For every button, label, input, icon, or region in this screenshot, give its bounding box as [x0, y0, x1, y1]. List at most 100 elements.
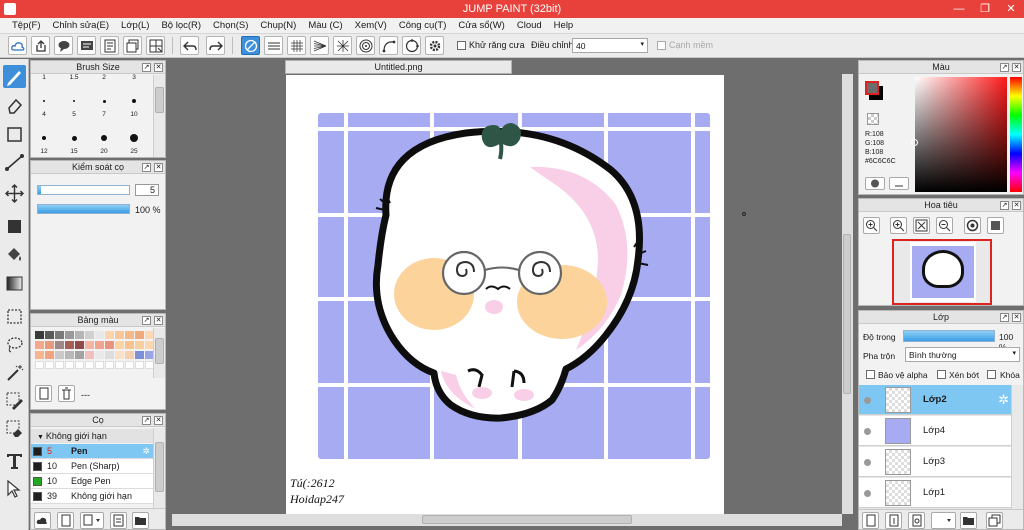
color-swatch[interactable] [35, 361, 44, 369]
color-swatch[interactable] [65, 361, 74, 369]
copy-brush-button[interactable] [80, 512, 104, 529]
add-layer-dropdown[interactable] [931, 512, 956, 529]
new-layer-button[interactable] [862, 512, 879, 529]
color-swatch[interactable] [75, 341, 84, 349]
scroll-thumb[interactable] [155, 87, 164, 113]
close-panel-icon[interactable]: ✕ [1012, 63, 1021, 72]
layer-row[interactable]: Lớp2 ✲ [859, 385, 1013, 415]
menu-layer[interactable]: Lớp(L) [115, 18, 155, 33]
pen-tool[interactable] [3, 65, 26, 88]
brush-item[interactable]: 39 Không giới hạn [31, 489, 153, 504]
color-swatch[interactable] [95, 331, 104, 339]
size-slider[interactable] [37, 185, 130, 195]
parallel-ruler-button[interactable] [264, 36, 283, 55]
soft-edge-checkbox[interactable] [657, 41, 666, 50]
clipping-checkbox[interactable] [937, 370, 946, 379]
gradient-tool[interactable] [3, 272, 26, 295]
duplicate-layer-button[interactable] [986, 512, 1003, 529]
navigator-preview[interactable] [892, 239, 992, 305]
color-swatch[interactable] [65, 331, 74, 339]
color-swatch[interactable] [35, 341, 44, 349]
line-tool[interactable] [3, 151, 26, 174]
color-swatch[interactable] [105, 341, 114, 349]
add-palette-button[interactable] [35, 385, 52, 402]
layer-folder-button[interactable] [960, 512, 977, 529]
color-swatch[interactable] [35, 351, 44, 359]
canvas-area[interactable]: Tú(:2612 Hoidap247 [172, 74, 842, 514]
close-panel-icon[interactable]: ✕ [1012, 201, 1021, 210]
close-panel-icon[interactable]: ✕ [154, 316, 163, 325]
fit-screen-button[interactable] [913, 217, 930, 234]
color-swatch[interactable] [55, 341, 64, 349]
foreground-color-swatch[interactable] [865, 81, 879, 95]
palette-scrollbar[interactable] [153, 328, 165, 378]
bucket-tool[interactable] [3, 243, 26, 266]
close-panel-icon[interactable]: ✕ [154, 63, 163, 72]
zoom-in-2-button[interactable] [890, 217, 907, 234]
radial-ruler-button[interactable] [333, 36, 352, 55]
color-swatch[interactable] [65, 341, 74, 349]
visibility-icon[interactable] [864, 490, 871, 497]
color-mode-button[interactable] [889, 177, 909, 190]
color-swatch[interactable] [75, 331, 84, 339]
menu-edit[interactable]: Chỉnh sửa(E) [47, 18, 116, 33]
color-swatch[interactable] [115, 361, 124, 369]
brush-size-dot[interactable] [102, 99, 106, 103]
color-swatch[interactable] [35, 331, 44, 339]
undock-icon[interactable]: ↗ [142, 163, 151, 172]
cloud-brush-button[interactable] [34, 512, 51, 529]
color-swatch[interactable] [125, 351, 134, 359]
menu-file[interactable]: Tệp(F) [6, 18, 47, 33]
hue-slider[interactable] [1010, 77, 1022, 192]
grid-button[interactable] [146, 36, 165, 55]
fill-shape-tool[interactable] [3, 215, 26, 238]
brush-folder-button[interactable] [132, 512, 149, 529]
text-tool[interactable] [3, 449, 26, 472]
blend-mode-select[interactable]: Bình thường ▾ [905, 347, 1020, 362]
symmetry-button[interactable] [425, 36, 444, 55]
undock-icon[interactable]: ↗ [142, 416, 151, 425]
color-swatch[interactable] [45, 331, 54, 339]
layer-scrollbar[interactable] [1011, 385, 1023, 509]
brush-size-dot[interactable] [41, 135, 47, 141]
color-swatch[interactable] [85, 351, 94, 359]
color-swatch[interactable] [85, 341, 94, 349]
rotate-button[interactable] [964, 217, 981, 234]
undo-button[interactable] [180, 36, 199, 55]
strength-input[interactable]: 40 ▾ [572, 38, 648, 53]
redo-button[interactable] [206, 36, 225, 55]
color-swatch[interactable] [85, 331, 94, 339]
scroll-thumb[interactable] [843, 234, 851, 394]
select-pen-tool[interactable] [3, 389, 26, 412]
canvas-paper[interactable]: Tú(:2612 Hoidap247 [286, 75, 724, 514]
undock-icon[interactable]: ↗ [1000, 63, 1009, 72]
rectangle-tool[interactable] [3, 123, 26, 146]
visibility-icon[interactable] [864, 459, 871, 466]
color-swatch[interactable] [45, 361, 54, 369]
color-swatch[interactable] [105, 331, 114, 339]
layer-row[interactable]: Lớp1 [859, 478, 1013, 508]
visibility-icon[interactable] [864, 397, 871, 404]
brush-size-dot[interactable] [72, 99, 76, 103]
undock-icon[interactable]: ↗ [1000, 201, 1009, 210]
operation-tool[interactable] [3, 477, 26, 500]
brush-size-scrollbar[interactable] [153, 75, 165, 157]
color-swatch[interactable] [125, 331, 134, 339]
reset-view-button[interactable] [987, 217, 1004, 234]
color-swatch[interactable] [135, 331, 144, 339]
undock-icon[interactable]: ↗ [142, 316, 151, 325]
brush-size-dot[interactable] [71, 135, 77, 141]
close-panel-icon[interactable]: ✕ [1012, 313, 1021, 322]
move-tool[interactable] [3, 182, 26, 205]
menu-select[interactable]: Chọn(S) [207, 18, 254, 33]
color-swatch[interactable] [75, 361, 84, 369]
select-rect-tool[interactable] [3, 305, 26, 328]
color-swatch[interactable] [55, 361, 64, 369]
close-icon[interactable]: ✕ [998, 0, 1024, 18]
brush-item[interactable]: 5 Pen ✲ [31, 444, 153, 459]
zoom-out-button[interactable] [936, 217, 953, 234]
brush-group-header[interactable]: ▼ Không giới hạn [31, 429, 153, 443]
message-button[interactable] [77, 36, 96, 55]
canvas-vertical-scrollbar[interactable] [842, 74, 853, 514]
menu-window[interactable]: Cửa sổ(W) [452, 18, 510, 33]
